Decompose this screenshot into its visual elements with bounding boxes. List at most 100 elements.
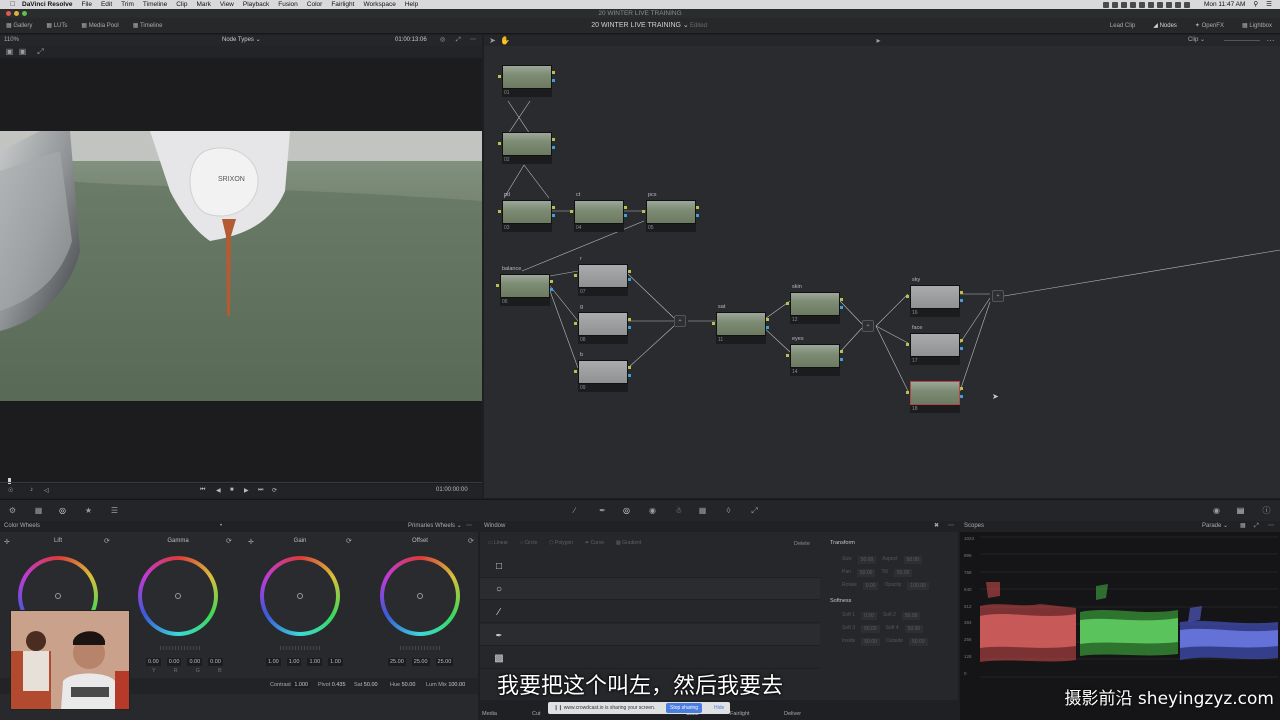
dot-menu-icon[interactable]: • xyxy=(220,521,222,532)
page-tab-cut[interactable]: Cut xyxy=(532,711,541,717)
battery-icon[interactable] xyxy=(1183,1,1190,8)
lightbox-button[interactable]: ▦ Lightbox xyxy=(1242,18,1272,34)
node-05-pcs[interactable]: pcs 05 xyxy=(642,192,699,232)
window-icon[interactable]: ◎ xyxy=(622,506,631,515)
play-node-icon[interactable]: ▸ xyxy=(874,36,883,45)
key-icon[interactable]: ◊ xyxy=(724,506,733,515)
reset-icon[interactable]: ⟳ xyxy=(226,537,232,545)
stop-sharing-button[interactable]: Stop sharing xyxy=(666,703,703,713)
apple-icon[interactable]:  xyxy=(10,0,15,9)
node-input[interactable] xyxy=(498,75,501,78)
menubar-clock[interactable]: Mon 11:47 AM xyxy=(1204,0,1245,9)
volume-icon[interactable]: ◁ xyxy=(44,487,49,494)
video-frame[interactable]: SRIXON xyxy=(0,131,482,401)
node-output-key[interactable] xyxy=(766,326,769,329)
value-field[interactable]: 25.00 xyxy=(435,658,454,666)
status-icon[interactable] xyxy=(1147,1,1154,8)
wheel-handle[interactable] xyxy=(417,593,423,599)
audio-icon[interactable]: ♪ xyxy=(30,487,33,493)
lead-clip-button[interactable]: Lead Clip xyxy=(1110,18,1135,34)
menu-fairlight[interactable]: Fairlight xyxy=(331,0,354,9)
stop-icon[interactable]: ■ xyxy=(230,487,234,493)
menu-file[interactable]: File xyxy=(81,0,91,9)
node-output-key[interactable] xyxy=(552,79,555,82)
offset-wheel[interactable] xyxy=(380,556,460,636)
node-03-pd[interactable]: pd 03 xyxy=(498,192,555,232)
node-02[interactable]: 02 xyxy=(498,132,555,164)
camera-raw-icon[interactable]: ⚙ xyxy=(8,506,17,515)
zoom-window-button[interactable] xyxy=(22,11,27,16)
node-output-key[interactable] xyxy=(628,326,631,329)
layer-mixer-node[interactable]: + xyxy=(992,290,1004,302)
node-output-key[interactable] xyxy=(552,146,555,149)
node-input[interactable] xyxy=(712,322,715,325)
value-field[interactable]: 0.00 xyxy=(187,658,203,666)
luts-button[interactable]: ▦ LUTs xyxy=(46,18,67,34)
node-07-r[interactable]: r 07 xyxy=(574,256,631,296)
hide-share-bar-button[interactable]: Hide xyxy=(714,702,724,714)
status-icon[interactable] xyxy=(1165,1,1172,8)
status-icon[interactable] xyxy=(1156,1,1163,8)
window-row-curve[interactable] xyxy=(480,624,820,646)
more-options-icon[interactable]: ⋯ xyxy=(1266,36,1275,45)
menu-clip[interactable]: Clip xyxy=(176,0,187,9)
delete-window-button[interactable]: Delete xyxy=(794,541,810,547)
reset-icon[interactable]: ⟳ xyxy=(468,537,474,545)
page-tab-media[interactable]: Media xyxy=(482,711,497,717)
node-output-key[interactable] xyxy=(840,306,843,309)
value-field[interactable]: 25.00 xyxy=(388,658,406,666)
status-icon[interactable] xyxy=(1120,1,1127,8)
node-output[interactable] xyxy=(840,298,843,301)
parallel-mixer-node[interactable]: + xyxy=(862,320,874,332)
loop-mode-icon[interactable]: ☉ xyxy=(8,487,13,494)
node-output[interactable] xyxy=(550,280,553,283)
nodes-button[interactable]: ◢ Nodes xyxy=(1153,18,1177,34)
value-field[interactable]: 1.00 xyxy=(286,658,302,666)
motion-effects-icon[interactable]: ☰ xyxy=(110,506,119,515)
wheel-handle[interactable] xyxy=(175,593,181,599)
color-match-icon[interactable]: ▦ xyxy=(34,506,43,515)
node-input[interactable] xyxy=(496,284,499,287)
gallery-button[interactable]: ▦ Gallery xyxy=(6,18,32,34)
linear-window-icon[interactable]: ∕ xyxy=(492,606,506,620)
node-input[interactable] xyxy=(906,295,909,298)
node-input[interactable] xyxy=(574,274,577,277)
menu-trim[interactable]: Trim xyxy=(121,0,134,9)
window-row-linear[interactable] xyxy=(480,556,820,578)
circle-tool[interactable]: ○ Circle xyxy=(520,540,537,546)
more-options-icon[interactable]: ⋯ xyxy=(1268,521,1274,532)
menu-workspace[interactable]: Workspace xyxy=(363,0,395,9)
value-field[interactable]: 0.00 xyxy=(166,658,182,666)
go-to-start-icon[interactable]: ⏮ xyxy=(200,487,205,494)
node-16-sky[interactable]: sky 16 xyxy=(906,277,963,317)
gain-master-wheel[interactable] xyxy=(280,646,320,650)
node-06-balance[interactable]: balance 06 xyxy=(496,266,553,306)
value-field[interactable]: 0.00 xyxy=(146,658,161,666)
play-reverse-icon[interactable]: ◀ xyxy=(216,487,221,494)
more-options-icon[interactable]: ⋯ xyxy=(466,521,472,532)
node-input[interactable] xyxy=(906,391,909,394)
node-output[interactable] xyxy=(960,339,963,342)
node-output[interactable] xyxy=(552,206,555,209)
wipe-icon[interactable]: ▣ xyxy=(18,47,27,56)
menu-list-icon[interactable]: ☰ xyxy=(1266,0,1272,9)
openfx-button[interactable]: ✦ OpenFX xyxy=(1195,18,1224,34)
node-output-key[interactable] xyxy=(960,299,963,302)
offset-master-wheel[interactable] xyxy=(400,646,440,650)
status-icon[interactable] xyxy=(1138,1,1145,8)
pointer-icon[interactable]: ➤ xyxy=(488,36,497,45)
play-icon[interactable]: ▶ xyxy=(244,487,249,494)
node-input[interactable] xyxy=(786,302,789,305)
media-pool-button[interactable]: ▦ Media Pool xyxy=(81,18,118,34)
page-tab-fairlight[interactable]: Fairlight xyxy=(730,711,750,717)
window-collapse-icon[interactable]: ✖ xyxy=(934,521,939,532)
node-output-key[interactable] xyxy=(628,278,631,281)
node-output-key[interactable] xyxy=(840,358,843,361)
node-output[interactable] xyxy=(960,291,963,294)
search-icon[interactable]: ⚲ xyxy=(1253,0,1258,9)
node-output-key[interactable] xyxy=(624,214,627,217)
layer-mixer-node[interactable]: + xyxy=(674,315,686,327)
node-input[interactable] xyxy=(574,370,577,373)
node-09-b[interactable]: b 09 xyxy=(574,352,631,392)
menu-playback[interactable]: Playback xyxy=(243,0,269,9)
